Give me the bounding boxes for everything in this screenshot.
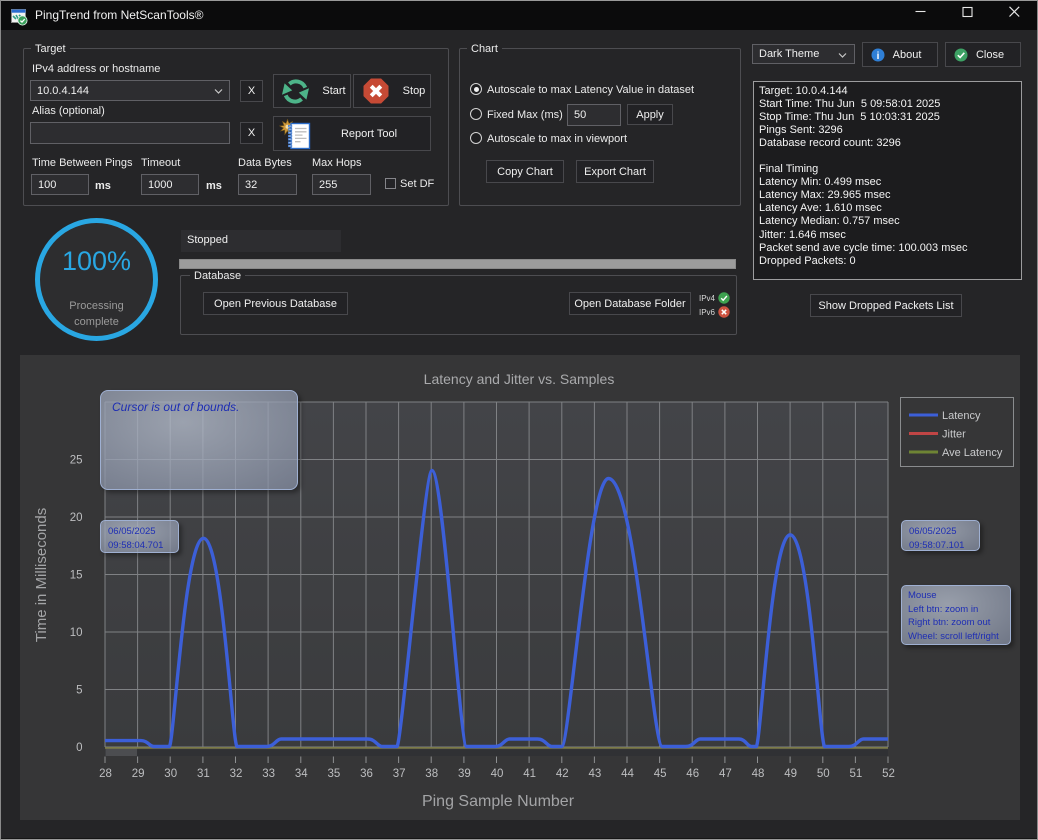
svg-text:48: 48 [752, 768, 765, 780]
svg-text:0: 0 [76, 742, 82, 754]
svg-text:5: 5 [76, 685, 82, 697]
svg-text:41: 41 [523, 768, 536, 780]
svg-text:42: 42 [556, 768, 569, 780]
svg-text:31: 31 [197, 768, 210, 780]
svg-text:Ave Latency: Ave Latency [942, 447, 1003, 459]
svg-text:46: 46 [686, 768, 699, 780]
svg-text:29: 29 [132, 768, 145, 780]
svg-text:44: 44 [621, 768, 634, 780]
svg-text:45: 45 [654, 768, 667, 780]
svg-text:36: 36 [360, 768, 373, 780]
svg-text:51: 51 [850, 768, 863, 780]
svg-text:Ping Sample Number: Ping Sample Number [422, 793, 575, 810]
svg-text:37: 37 [393, 768, 406, 780]
svg-text:33: 33 [262, 768, 275, 780]
svg-text:Jitter: Jitter [942, 429, 966, 441]
svg-text:25: 25 [70, 455, 83, 467]
svg-text:10: 10 [70, 627, 83, 639]
svg-text:Latency and Jitter vs. Samples: Latency and Jitter vs. Samples [424, 371, 615, 387]
svg-text:52: 52 [882, 768, 895, 780]
svg-text:35: 35 [328, 768, 341, 780]
svg-text:50: 50 [817, 768, 830, 780]
svg-text:Time in Milliseconds: Time in Milliseconds [33, 508, 50, 642]
svg-text:49: 49 [784, 768, 797, 780]
svg-text:15: 15 [70, 570, 83, 582]
svg-text:43: 43 [589, 768, 602, 780]
svg-text:28: 28 [99, 768, 112, 780]
svg-text:30: 30 [164, 768, 177, 780]
svg-text:i: i [877, 51, 880, 62]
svg-text:47: 47 [719, 768, 732, 780]
svg-text:38: 38 [425, 768, 438, 780]
svg-text:40: 40 [491, 768, 504, 780]
svg-text:32: 32 [230, 768, 243, 780]
svg-text:20: 20 [70, 512, 83, 524]
svg-text:34: 34 [295, 768, 308, 780]
svg-text:39: 39 [458, 768, 471, 780]
svg-text:Latency: Latency [942, 410, 981, 422]
